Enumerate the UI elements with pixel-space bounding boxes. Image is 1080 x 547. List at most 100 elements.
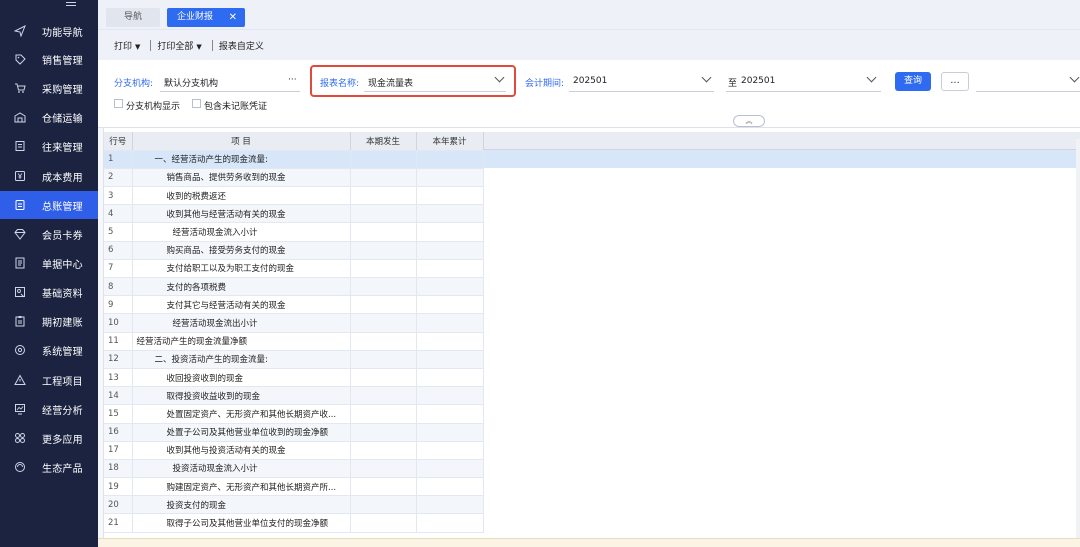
year-total-cell[interactable] (416, 386, 484, 406)
sidebar-item[interactable]: 更多应用 (0, 424, 98, 452)
table-row[interactable]: 5 经营活动现金流入小计 (104, 222, 484, 242)
sidebar-item[interactable]: 往来管理 (0, 132, 98, 160)
collapse-filters-button[interactable]: ︽ (733, 115, 765, 127)
table-row[interactable]: 13 收回投资收到的现金 (104, 368, 484, 388)
current-period-cell[interactable] (350, 495, 417, 515)
period-from-select[interactable]: 202501 (573, 76, 607, 86)
sidebar-item[interactable]: 经营分析 (0, 395, 98, 423)
year-total-cell[interactable] (416, 513, 484, 533)
year-total-cell[interactable] (416, 313, 484, 333)
tab-navigation[interactable]: 导航 (106, 8, 160, 27)
current-period-cell[interactable] (350, 477, 417, 497)
table-row[interactable]: 8 支付的各项税费 (104, 277, 484, 297)
branch-more-icon[interactable]: ··· (288, 75, 297, 85)
sidebar-item[interactable]: 系统管理 (0, 336, 98, 364)
current-period-cell[interactable] (350, 186, 417, 206)
sidebar-item[interactable]: 工程项目 (0, 366, 98, 394)
sidebar-item[interactable]: 总账管理 (0, 191, 98, 219)
sidebar-item[interactable]: 仓储运输 (0, 103, 98, 131)
current-period-cell[interactable] (350, 441, 417, 460)
print-button[interactable]: 打印 ▼ (114, 39, 140, 52)
tab-close-icon[interactable]: ✕ (229, 8, 237, 27)
table-row[interactable]: 19 购建固定资产、无形资产和其他长期资产所... (104, 477, 484, 497)
tab-enterprise-report[interactable]: 企业财报 ✕ (167, 8, 245, 27)
current-period-cell[interactable] (350, 204, 417, 224)
sidebar-item[interactable]: 期初建账 (0, 307, 98, 335)
current-period-cell[interactable] (350, 404, 417, 424)
header-row-no[interactable]: 行号 (104, 132, 133, 151)
year-total-cell[interactable] (416, 259, 484, 279)
current-period-cell[interactable] (350, 259, 417, 279)
year-total-cell[interactable] (416, 404, 484, 424)
current-period-cell[interactable] (350, 423, 417, 442)
year-total-cell[interactable] (416, 459, 484, 479)
branch-select[interactable]: 默认分支机构 (164, 76, 218, 89)
current-period-cell[interactable] (350, 168, 417, 188)
current-period-cell[interactable] (350, 513, 417, 533)
year-total-cell[interactable] (416, 350, 484, 369)
year-total-cell[interactable] (416, 168, 484, 188)
sidebar-item[interactable]: 成本费用 (0, 162, 98, 190)
year-total-cell[interactable] (416, 477, 484, 497)
include-unposted-checkbox[interactable] (192, 99, 201, 108)
current-period-cell[interactable] (350, 459, 417, 479)
table-row[interactable]: 4 收到其他与经营活动有关的现金 (104, 204, 484, 224)
sidebar-item[interactable]: 会员卡券 (0, 220, 98, 248)
sidebar-item[interactable]: 销售管理 (0, 45, 98, 73)
table-row[interactable]: 21 取得子公司及其他营业单位支付的现金净额 (104, 513, 484, 533)
table-row[interactable]: 10 经营活动现金流出小计 (104, 313, 484, 333)
chevron-down-icon[interactable] (701, 72, 712, 83)
table-row[interactable]: 9 支付其它与经营活动有关的现金 (104, 295, 484, 315)
table-row[interactable]: 17 收到其他与投资活动有关的现金 (104, 441, 484, 460)
header-current-period[interactable]: 本期发生 (350, 132, 417, 151)
sidebar-item[interactable]: 生态产品 (0, 453, 98, 481)
current-period-cell[interactable] (350, 150, 417, 169)
current-period-cell[interactable] (350, 277, 417, 297)
header-item[interactable]: 项 目 (132, 132, 351, 151)
current-period-cell[interactable] (350, 332, 417, 351)
sidebar-item[interactable]: 采购管理 (0, 74, 98, 102)
year-total-cell[interactable] (416, 441, 484, 460)
chevron-down-icon[interactable] (1069, 72, 1080, 83)
chevron-down-icon[interactable] (866, 72, 877, 83)
current-period-cell[interactable] (350, 386, 417, 406)
year-total-cell[interactable] (416, 186, 484, 206)
print-all-button[interactable]: 打印全部 ▼ (157, 39, 201, 52)
table-row[interactable]: 6 购买商品、接受劳务支付的现金 (104, 241, 484, 260)
year-total-cell[interactable] (416, 150, 484, 169)
menu-toggle-icon[interactable] (66, 0, 76, 8)
sidebar-item[interactable]: 基础资料 (0, 278, 98, 306)
year-total-cell[interactable] (416, 423, 484, 442)
current-period-cell[interactable] (350, 350, 417, 369)
vertical-scrollbar[interactable] (1076, 139, 1080, 539)
report-name-select[interactable]: 现金流量表 (368, 76, 413, 89)
table-row[interactable]: 7 支付给职工以及为职工支付的现金 (104, 259, 484, 279)
year-total-cell[interactable] (416, 222, 484, 242)
table-row[interactable]: 14 取得投资收益收到的现金 (104, 386, 484, 406)
sidebar-item[interactable]: 功能导航 (0, 17, 98, 45)
table-row[interactable]: 12 二、投资活动产生的现金流量: (104, 350, 484, 369)
current-period-cell[interactable] (350, 313, 417, 333)
current-period-cell[interactable] (350, 295, 417, 315)
table-row[interactable]: 1 一、经营活动产生的现金流量: (104, 150, 484, 169)
year-total-cell[interactable] (416, 295, 484, 315)
show-branch-checkbox[interactable] (114, 99, 123, 108)
current-period-cell[interactable] (350, 368, 417, 388)
table-row[interactable]: 3 收到的税费返还 (104, 186, 484, 206)
year-total-cell[interactable] (416, 277, 484, 297)
report-custom-button[interactable]: 报表自定义 (219, 39, 264, 52)
current-period-cell[interactable] (350, 241, 417, 260)
year-total-cell[interactable] (416, 241, 484, 260)
year-total-cell[interactable] (416, 332, 484, 351)
table-row[interactable]: 15 处置固定资产、无形资产和其他长期资产收... (104, 404, 484, 424)
current-period-cell[interactable] (350, 222, 417, 242)
table-row[interactable]: 16 处置子公司及其他营业单位收到的现金净额 (104, 423, 484, 442)
table-row[interactable]: 11 经营活动产生的现金流量净额 (104, 332, 484, 351)
year-total-cell[interactable] (416, 495, 484, 515)
table-row[interactable]: 20 投资支付的现金 (104, 495, 484, 515)
query-button[interactable]: 查询 (895, 72, 931, 91)
more-options-button[interactable]: ... (941, 72, 969, 91)
header-year-total[interactable]: 本年累计 (416, 132, 484, 151)
period-to-select[interactable]: 202501 (741, 76, 775, 86)
year-total-cell[interactable] (416, 204, 484, 224)
